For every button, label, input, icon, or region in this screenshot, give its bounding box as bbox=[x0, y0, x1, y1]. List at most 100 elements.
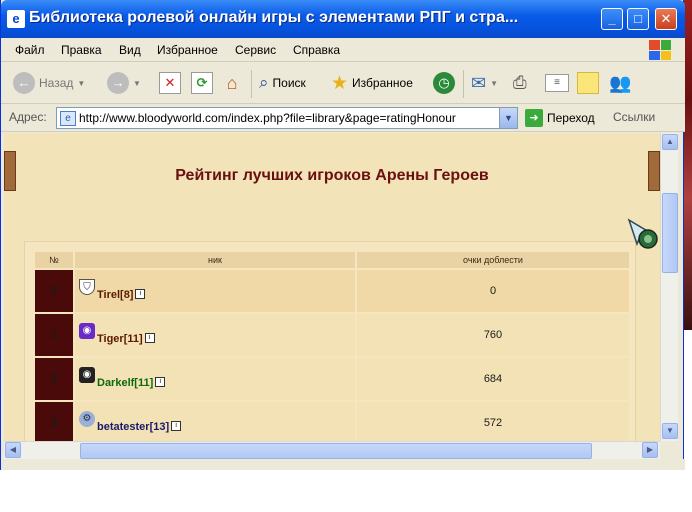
links-label[interactable]: Ссылки bbox=[613, 110, 655, 124]
back-dropdown-icon[interactable]: ▼ bbox=[77, 79, 85, 88]
game-cursor-icon bbox=[627, 218, 658, 249]
player-name[interactable]: Tiger[11] bbox=[97, 333, 143, 345]
page-title: Рейтинг лучших игроков Арены Героев bbox=[175, 167, 489, 184]
minimize-button[interactable]: _ bbox=[601, 8, 623, 30]
address-dropdown-icon[interactable]: ▼ bbox=[499, 108, 517, 128]
stop-button[interactable]: ✕ bbox=[159, 70, 181, 96]
note-icon bbox=[577, 72, 599, 94]
scrollbar-corner bbox=[660, 441, 678, 459]
rank-number: 3 bbox=[35, 402, 73, 441]
page-icon: e bbox=[60, 111, 76, 126]
player-cell: ⚙ betatester[13] i bbox=[75, 402, 355, 441]
address-url: http://www.bloodyworld.com/index.php?fil… bbox=[79, 111, 456, 125]
toolbar-separator bbox=[251, 70, 252, 98]
forward-dropdown-icon[interactable]: ▼ bbox=[133, 79, 141, 88]
menu-edit[interactable]: Правка bbox=[61, 43, 102, 57]
horizontal-scrollbar[interactable]: ◀ ▶ bbox=[4, 441, 660, 459]
player-cell: ⛉ Tirel[8] i bbox=[75, 270, 355, 312]
users-icon: 👥 bbox=[609, 72, 632, 93]
window-title: Библиотека ролевой онлайн игры с элемент… bbox=[29, 9, 519, 26]
rank-number: 0 bbox=[35, 270, 73, 312]
browser-window: e Библиотека ролевой онлайн игры с элеме… bbox=[0, 0, 685, 470]
player-info-icon[interactable]: i bbox=[171, 421, 182, 431]
star-icon: ★ bbox=[331, 72, 349, 94]
title-bar[interactable]: e Библиотека ролевой онлайн игры с элеме… bbox=[1, 0, 685, 38]
player-cell: ◉ Darkelf[11] i bbox=[75, 358, 355, 400]
edit-button[interactable]: ≡ bbox=[545, 70, 569, 96]
menu-tools[interactable]: Сервис bbox=[235, 43, 276, 57]
player-cell: ◉ Tiger[11] i bbox=[75, 314, 355, 356]
forward-button[interactable]: → ▼ bbox=[107, 70, 141, 96]
rank-number: 2 bbox=[35, 358, 73, 400]
address-label: Адрес: bbox=[9, 110, 47, 124]
mail-dropdown-icon[interactable]: ▼ bbox=[490, 79, 498, 88]
address-bar: Адрес: e http://www.bloodyworld.com/inde… bbox=[1, 104, 685, 132]
maximize-button[interactable]: □ bbox=[627, 8, 649, 30]
player-name[interactable]: Darkelf[11] bbox=[97, 377, 153, 389]
points-value: 760 bbox=[357, 314, 629, 356]
menu-bar: Файл Правка Вид Избранное Сервис Справка bbox=[1, 38, 685, 62]
messenger-button[interactable]: 👥 bbox=[609, 70, 631, 96]
mail-button[interactable]: ✉ ▼ bbox=[471, 70, 498, 96]
close-button[interactable]: ✕ bbox=[655, 8, 677, 30]
rating-table-container: № ник очки доблести 0 ⛉ Tirel[8] i 0 1 ◉… bbox=[24, 241, 636, 441]
print-button[interactable]: ⎙ bbox=[513, 70, 527, 96]
eye-icon: ◉ bbox=[79, 323, 95, 339]
status-bar bbox=[1, 459, 685, 470]
address-input[interactable]: e http://www.bloodyworld.com/index.php?f… bbox=[56, 107, 518, 129]
home-button[interactable]: ⌂ bbox=[221, 70, 243, 96]
desktop-background bbox=[684, 0, 692, 330]
toolbar-separator bbox=[463, 70, 464, 98]
search-button[interactable]: ⌕ Поиск bbox=[259, 70, 306, 96]
search-label: Поиск bbox=[272, 76, 306, 90]
go-button[interactable]: ➜ Переход bbox=[525, 109, 595, 127]
windows-logo-icon bbox=[649, 40, 671, 60]
go-label: Переход bbox=[547, 111, 595, 125]
column-points: очки доблести bbox=[357, 252, 629, 268]
back-arrow-icon: ← bbox=[13, 72, 35, 94]
gear-icon: ⚙ bbox=[79, 411, 95, 427]
page-content: Рейтинг лучших игроков Арены Героев № ни… bbox=[4, 133, 660, 441]
menu-view[interactable]: Вид bbox=[119, 43, 141, 57]
refresh-icon: ⟳ bbox=[191, 72, 213, 94]
printer-icon: ⎙ bbox=[513, 73, 527, 92]
refresh-button[interactable]: ⟳ bbox=[191, 70, 213, 96]
back-button[interactable]: ← Назад ▼ bbox=[13, 70, 85, 96]
table-row: 2 ◉ Darkelf[11] i 684 bbox=[35, 358, 629, 400]
points-value: 684 bbox=[357, 358, 629, 400]
player-name[interactable]: betatester[13] bbox=[97, 421, 169, 433]
favorites-button[interactable]: ★ Избранное bbox=[331, 70, 413, 96]
favorites-label: Избранное bbox=[352, 76, 413, 90]
table-row: 3 ⚙ betatester[13] i 572 bbox=[35, 402, 629, 441]
toolbar: ← Назад ▼ → ▼ ✕ ⟳ ⌂ ⌕ Поиск ★ Избранное … bbox=[1, 62, 685, 104]
scroll-left-icon[interactable]: ◀ bbox=[5, 442, 21, 458]
vertical-scrollbar[interactable]: ▲ ▼ bbox=[660, 133, 678, 441]
menu-file[interactable]: Файл bbox=[15, 43, 45, 57]
scroll-up-icon[interactable]: ▲ bbox=[662, 134, 678, 150]
points-value: 0 bbox=[357, 270, 629, 312]
rank-number: 1 bbox=[35, 314, 73, 356]
column-num: № bbox=[35, 252, 73, 268]
ie-icon: e bbox=[7, 10, 25, 28]
player-info-icon[interactable]: i bbox=[144, 333, 155, 343]
table-header-row: № ник очки доблести bbox=[35, 252, 629, 268]
go-arrow-icon: ➜ bbox=[525, 109, 543, 127]
menu-favorites[interactable]: Избранное bbox=[157, 43, 218, 57]
menu-help[interactable]: Справка bbox=[293, 43, 340, 57]
vertical-scroll-thumb[interactable] bbox=[662, 193, 678, 273]
discuss-button[interactable] bbox=[577, 70, 599, 96]
table-row: 0 ⛉ Tirel[8] i 0 bbox=[35, 270, 629, 312]
scroll-right-icon[interactable]: ▶ bbox=[642, 442, 658, 458]
player-info-icon[interactable]: i bbox=[155, 377, 166, 387]
horizontal-scroll-thumb[interactable] bbox=[80, 443, 592, 459]
table-row: 1 ◉ Tiger[11] i 760 bbox=[35, 314, 629, 356]
scroll-down-icon[interactable]: ▼ bbox=[662, 423, 678, 439]
player-info-icon[interactable]: i bbox=[135, 289, 146, 299]
player-name[interactable]: Tirel[8] bbox=[97, 289, 133, 301]
history-button[interactable]: ◷ bbox=[433, 70, 455, 96]
search-icon: ⌕ bbox=[259, 73, 269, 92]
back-label: Назад bbox=[39, 76, 74, 90]
rating-table: № ник очки доблести 0 ⛉ Tirel[8] i 0 1 ◉… bbox=[33, 250, 631, 441]
mail-icon: ✉ bbox=[471, 72, 487, 93]
edit-page-icon: ≡ bbox=[545, 74, 569, 92]
